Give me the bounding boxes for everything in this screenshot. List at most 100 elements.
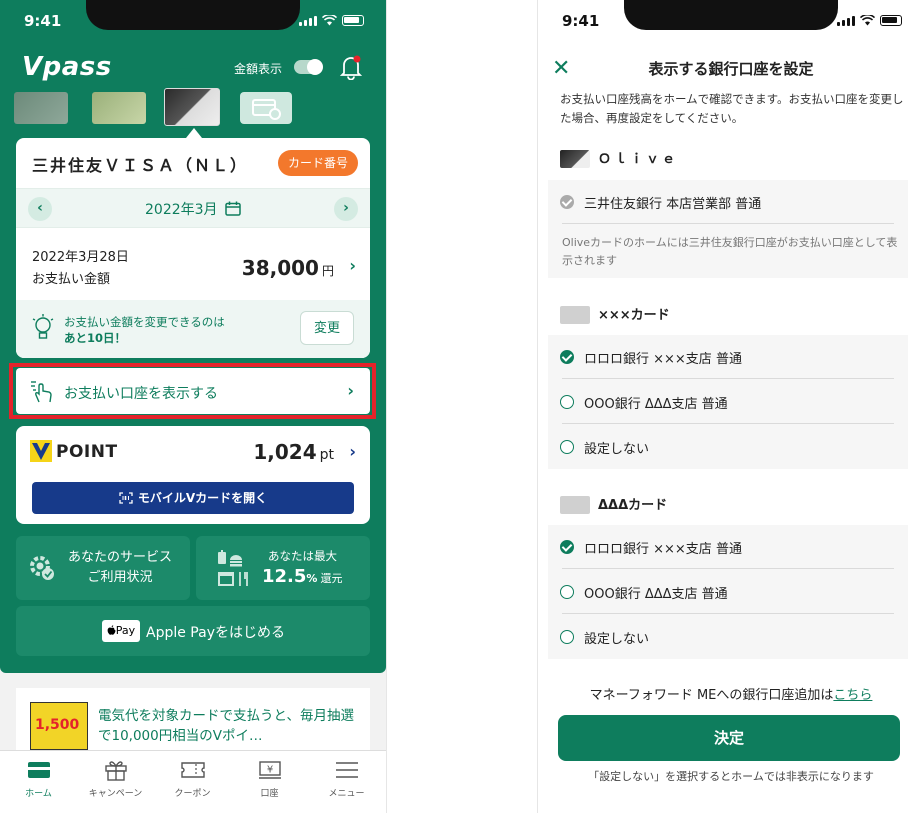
- change-amount-area: お支払い金額を変更できるのは あと10日！ 変更: [16, 300, 370, 358]
- row-divider: [562, 423, 894, 424]
- signal-icon: [299, 16, 317, 26]
- card-number-button[interactable]: カード番号: [277, 150, 358, 176]
- settings-title: 表示する銀行口座を設定: [648, 60, 814, 78]
- gift-icon: [105, 761, 127, 781]
- home-screen: 9:41 Vpass 金額表示 三井住友ＶＩＳＡ（ＮＬ） カード番号 ‹ 202…: [0, 0, 386, 813]
- payment-amount[interactable]: 38,000 円: [242, 256, 334, 280]
- service-line2: ご利用状況: [87, 570, 153, 585]
- radio-unselected-icon[interactable]: [560, 585, 574, 599]
- payment-chevron-icon[interactable]: ›: [349, 256, 356, 275]
- point-value: 1,024 pt: [253, 440, 334, 464]
- delta-option-1[interactable]: ロロロ銀行 ×××支店 普通: [548, 525, 908, 569]
- left-phone-edge: [386, 0, 387, 813]
- status-time: 9:41: [24, 12, 62, 30]
- section-delta-panel: ロロロ銀行 ×××支店 普通 OOO銀行 ΔΔΔ支店 普通 設定しない: [548, 525, 908, 659]
- row-divider: [562, 568, 894, 569]
- calendar-icon[interactable]: [225, 201, 241, 216]
- promo-text: 電気代を対象カードで支払うと、毎月抽選で10,000円相当のVポイ…: [98, 708, 354, 744]
- decide-button[interactable]: 決定: [558, 715, 900, 761]
- card-thumbnail-1[interactable]: [14, 92, 68, 124]
- status-icons-right: [837, 15, 902, 26]
- apple-pay-button[interactable]: Pay Apple Payをはじめる: [16, 606, 370, 656]
- tab-coupon[interactable]: クーポン: [154, 751, 231, 813]
- ticket-icon: [181, 762, 205, 778]
- gear-check-icon: [30, 556, 54, 580]
- service-status-text: あなたのサービス ご利用状況: [60, 548, 180, 588]
- tab-campaign[interactable]: キャンペーン: [77, 751, 154, 813]
- promo-image-text: 1,500: [35, 717, 80, 733]
- point-number: 1,024: [253, 440, 317, 464]
- olive-note: Oliveカードのホームには三井住友銀行口座がお支払い口座として表示されます: [562, 236, 898, 267]
- delta-option-3[interactable]: 設定しない: [548, 615, 908, 659]
- change-note-line1: お支払い金額を変更できるのは: [64, 315, 225, 329]
- cashback-value: 12.5: [262, 566, 307, 587]
- xxx-option-1[interactable]: ロロロ銀行 ×××支店 普通: [548, 335, 908, 379]
- payment-unit: 円: [321, 264, 334, 278]
- tab-home-label: ホーム: [25, 789, 52, 799]
- barcode-icon: [119, 492, 133, 504]
- app-header: Vpass 金額表示: [0, 48, 386, 88]
- bell-icon[interactable]: [340, 54, 362, 80]
- radio-selected-icon[interactable]: [560, 350, 574, 364]
- point-chevron-icon[interactable]: ›: [349, 442, 356, 461]
- next-month-button[interactable]: ›: [334, 197, 358, 221]
- cashback-rate-button[interactable]: あなたは最大 12.5% 還元: [196, 536, 370, 600]
- point-card[interactable]: POINT 1,024 pt › モバイルVカードを開く: [16, 426, 370, 524]
- settings-header: ✕ 表示する銀行口座を設定: [538, 52, 924, 86]
- tab-account[interactable]: ¥ 口座: [231, 751, 308, 813]
- xxx-option-2[interactable]: OOO銀行 ΔΔΔ支店 普通: [548, 380, 908, 424]
- xxx-option-3[interactable]: 設定しない: [548, 425, 908, 469]
- change-note-line2: あと10日！: [64, 331, 127, 345]
- status-bar-right: 9:41: [538, 0, 924, 44]
- signal-icon-right: [837, 16, 855, 26]
- xxx-option-2-label: OOO銀行 ΔΔΔ支店 普通: [584, 397, 728, 412]
- card-thumbnail-selected[interactable]: [164, 88, 220, 126]
- olive-account-row: 三井住友銀行 本店営業部 普通: [548, 180, 908, 224]
- tab-home[interactable]: ホーム: [0, 751, 77, 813]
- radio-selected-icon[interactable]: [560, 540, 574, 554]
- radio-unselected-icon[interactable]: [560, 630, 574, 644]
- point-unit: pt: [319, 447, 334, 463]
- section-olive-panel: 三井住友銀行 本店営業部 普通 Oliveカードのホームには三井住友銀行口座がお…: [548, 180, 908, 278]
- tab-menu[interactable]: メニュー: [308, 751, 385, 813]
- payment-date: 2022年3月28日: [32, 250, 129, 265]
- section-xxx-header: ×××カード: [560, 302, 900, 326]
- amount-toggle-label: 金額表示: [234, 62, 283, 76]
- xxx-option-3-label: 設定しない: [584, 442, 650, 457]
- delta-option-2-label: OOO銀行 ΔΔΔ支店 普通: [584, 587, 728, 602]
- amount-toggle[interactable]: [294, 59, 323, 75]
- payment-label: お支払い金額: [32, 272, 111, 287]
- section-olive-name: Ｏｌｉｖｅ: [598, 152, 679, 167]
- card-settings-thumbnail[interactable]: [240, 92, 292, 124]
- highlight-frame: [9, 363, 376, 419]
- app-logo: Vpass: [22, 52, 112, 82]
- olive-account-label: 三井住友銀行 本店営業部 普通: [584, 197, 762, 212]
- month-selector: ‹ 2022年3月 ›: [16, 188, 370, 228]
- xxx-option-1-label: ロロロ銀行 ×××支店 普通: [584, 352, 742, 367]
- delta-option-2[interactable]: OOO銀行 ΔΔΔ支店 普通: [548, 570, 908, 614]
- section-xxx-name: ×××カード: [598, 308, 670, 323]
- radio-unselected-icon[interactable]: [560, 440, 574, 454]
- section-olive-header: Ｏｌｉｖｅ: [560, 146, 900, 170]
- card-carousel[interactable]: [0, 88, 386, 128]
- fixed-check-icon: [560, 195, 574, 209]
- service-status-button[interactable]: あなたのサービス ご利用状況: [16, 536, 190, 600]
- tab-coupon-label: クーポン: [174, 789, 211, 799]
- store-icons: [218, 550, 248, 586]
- change-amount-button[interactable]: 変更: [300, 311, 354, 345]
- card-thumbnail-2[interactable]: [92, 92, 146, 124]
- v-point-logo: [30, 440, 52, 462]
- menu-icon: [336, 762, 358, 778]
- radio-unselected-icon[interactable]: [560, 395, 574, 409]
- cashback-percent: %: [306, 572, 318, 585]
- section-delta-name: ΔΔΔカード: [598, 498, 668, 513]
- tab-campaign-label: キャンペーン: [88, 789, 143, 799]
- promo-banner[interactable]: 1,500 電気代を対象カードで支払うと、毎月抽選で10,000円相当のVポイ…: [16, 688, 370, 750]
- moneyforward-link[interactable]: こちら: [833, 688, 872, 703]
- svg-text:¥: ¥: [267, 765, 273, 776]
- mobile-vcard-button[interactable]: モバイルVカードを開く: [32, 482, 354, 514]
- row-divider: [562, 378, 894, 379]
- apple-pay-label: Apple Payをはじめる: [146, 625, 285, 641]
- wifi-icon: [322, 15, 337, 26]
- month-label[interactable]: 2022年3月: [16, 199, 370, 219]
